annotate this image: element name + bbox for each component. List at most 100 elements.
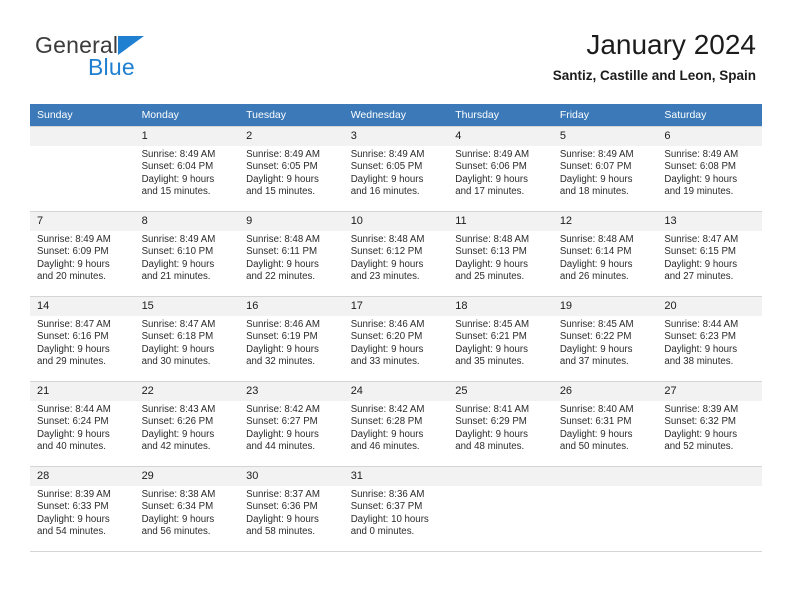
calendar-cell[interactable]: 27 Sunrise: 8:39 AM Sunset: 6:32 PM Dayligh… — [657, 381, 762, 467]
calendar-cell[interactable]: 14 Sunrise: 8:47 AM Sunset: 6:16 PM Dayligh… — [30, 296, 135, 382]
day-details: Sunrise: 8:44 AM Sunset: 6:23 PM Daylight:… — [657, 316, 762, 369]
day-details: Sunrise: 8:48 AM Sunset: 6:13 PM Daylight:… — [448, 231, 553, 284]
calendar-cell[interactable]: 10 Sunrise: 8:48 AM Sunset: 6:12 PM Dayligh… — [343, 211, 449, 297]
sunset-time: Sunset: 6:11 PM — [246, 246, 318, 258]
calendar-cell[interactable]: 5 Sunrise: 8:49 AM Sunset: 6:07 PM Daylight… — [552, 126, 658, 212]
sunrise-time: Sunrise: 8:39 AM — [664, 404, 739, 415]
day-number: 7 — [30, 212, 135, 231]
day-details: Sunrise: 8:38 AM Sunset: 6:34 PM Daylight:… — [135, 486, 240, 539]
calendar-week-row: 1 Sunrise: 8:49 AM Sunset: 6:04 PM Daylight… — [30, 126, 762, 212]
calendar-cell[interactable]: 16 Sunrise: 8:46 AM Sunset: 6:19 PM Dayligh… — [239, 296, 344, 382]
day-number: 8 — [134, 212, 240, 231]
sunset-time: Sunset: 6:22 PM — [559, 331, 632, 343]
daylight-duration-line1: Daylight: 9 hours — [350, 428, 424, 440]
daylight-duration-line1: Daylight: 9 hours — [455, 428, 528, 440]
calendar-cell[interactable]: 25 Sunrise: 8:41 AM Sunset: 6:29 PM Dayligh… — [448, 381, 553, 467]
calendar-day-cell: 3 Sunrise: 8:49 AM Sunset: 6:05 PM Daylight… — [343, 127, 449, 211]
sunrise-time: Sunrise: 8:48 AM — [246, 234, 320, 245]
sunrise-time: Sunrise: 8:42 AM — [350, 404, 425, 415]
day-details: Sunrise: 8:49 AM Sunset: 6:06 PM Daylight:… — [448, 146, 553, 199]
sunset-time: Sunset: 6:05 PM — [350, 161, 423, 173]
day-number: 10 — [343, 212, 449, 231]
calendar-day-cell: 18 Sunrise: 8:45 AM Sunset: 6:21 PM Dayligh… — [448, 297, 553, 381]
calendar-cell[interactable]: 30 Sunrise: 8:37 AM Sunset: 6:36 PM Dayligh… — [239, 466, 344, 552]
sunrise-time: Sunrise: 8:48 AM — [350, 234, 425, 245]
calendar-day-cell: 14 Sunrise: 8:47 AM Sunset: 6:16 PM Dayligh… — [30, 297, 135, 381]
general-blue-logo[interactable]: General Blue — [35, 32, 215, 84]
calendar-cell[interactable]: 7 Sunrise: 8:49 AM Sunset: 6:09 PM Daylight… — [30, 211, 135, 297]
calendar-cell[interactable]: 20 Sunrise: 8:44 AM Sunset: 6:23 PM Dayligh… — [657, 296, 762, 382]
daylight-duration-line2: and 26 minutes. — [559, 271, 629, 283]
page-title: January 2024 — [586, 29, 756, 60]
daylight-duration-line1: Daylight: 9 hours — [37, 513, 110, 525]
calendar-cell[interactable]: 17 Sunrise: 8:46 AM Sunset: 6:20 PM Dayligh… — [343, 296, 449, 382]
calendar-cell-empty — [30, 127, 135, 211]
calendar-cell[interactable]: 18 Sunrise: 8:45 AM Sunset: 6:21 PM Dayligh… — [448, 296, 553, 382]
calendar-cell[interactable]: 8 Sunrise: 8:49 AM Sunset: 6:10 PM Daylight… — [134, 211, 240, 297]
day-details: Sunrise: 8:48 AM Sunset: 6:11 PM Daylight:… — [239, 231, 344, 284]
calendar-day-cell: 16 Sunrise: 8:46 AM Sunset: 6:19 PM Dayligh… — [239, 297, 344, 381]
daylight-duration-line2: and 22 minutes. — [246, 271, 316, 283]
calendar-cell-empty — [552, 467, 658, 551]
calendar-cell[interactable]: 19 Sunrise: 8:45 AM Sunset: 6:22 PM Dayligh… — [552, 296, 658, 382]
calendar-cell[interactable]: 26 Sunrise: 8:40 AM Sunset: 6:31 PM Dayligh… — [552, 381, 658, 467]
calendar-day-cell: 27 Sunrise: 8:39 AM Sunset: 6:32 PM Dayligh… — [657, 382, 762, 466]
calendar-cell — [30, 126, 135, 212]
daylight-duration-line2: and 54 minutes. — [37, 526, 106, 538]
calendar-cell[interactable]: 24 Sunrise: 8:42 AM Sunset: 6:28 PM Dayligh… — [343, 381, 449, 467]
sunset-time: Sunset: 6:23 PM — [664, 331, 736, 343]
calendar-cell[interactable]: 12 Sunrise: 8:48 AM Sunset: 6:14 PM Dayligh… — [552, 211, 658, 297]
calendar-day-cell: 28 Sunrise: 8:39 AM Sunset: 6:33 PM Dayligh… — [30, 467, 135, 551]
sunrise-time: Sunrise: 8:48 AM — [559, 234, 634, 245]
calendar-cell[interactable]: 1 Sunrise: 8:49 AM Sunset: 6:04 PM Daylight… — [134, 126, 240, 212]
day-details: Sunrise: 8:49 AM Sunset: 6:08 PM Daylight:… — [657, 146, 762, 199]
day-number: 20 — [657, 297, 762, 316]
sunset-time: Sunset: 6:12 PM — [350, 246, 423, 258]
day-number: 24 — [343, 382, 449, 401]
daylight-duration-line1: Daylight: 9 hours — [455, 173, 528, 185]
daylight-duration-line1: Daylight: 9 hours — [350, 258, 424, 270]
calendar-cell[interactable]: 2 Sunrise: 8:49 AM Sunset: 6:05 PM Daylight… — [239, 126, 344, 212]
sunset-time: Sunset: 6:36 PM — [246, 501, 318, 513]
daylight-duration-line1: Daylight: 9 hours — [664, 428, 738, 440]
daylight-duration-line1: Daylight: 9 hours — [141, 173, 215, 185]
daylight-duration-line2: and 52 minutes. — [664, 441, 734, 453]
day-number: 14 — [30, 297, 135, 316]
day-details: Sunrise: 8:43 AM Sunset: 6:26 PM Daylight:… — [135, 401, 240, 454]
calendar-cell[interactable]: 23 Sunrise: 8:42 AM Sunset: 6:27 PM Dayligh… — [239, 381, 344, 467]
day-number: 12 — [552, 212, 658, 231]
calendar-day-cell: 15 Sunrise: 8:47 AM Sunset: 6:18 PM Dayligh… — [134, 297, 240, 381]
calendar-cell[interactable]: 28 Sunrise: 8:39 AM Sunset: 6:33 PM Dayligh… — [30, 466, 135, 552]
daylight-duration-line1: Daylight: 9 hours — [141, 343, 215, 355]
sunrise-time: Sunrise: 8:49 AM — [664, 149, 739, 160]
calendar-cell[interactable]: 29 Sunrise: 8:38 AM Sunset: 6:34 PM Dayligh… — [134, 466, 240, 552]
sunrise-time: Sunrise: 8:49 AM — [559, 149, 634, 160]
day-number: 6 — [657, 127, 762, 146]
daylight-duration-line1: Daylight: 9 hours — [559, 343, 633, 355]
sunrise-time: Sunrise: 8:46 AM — [350, 319, 425, 330]
day-details: Sunrise: 8:47 AM Sunset: 6:15 PM Daylight:… — [657, 231, 762, 284]
daylight-duration-line2: and 21 minutes. — [141, 271, 211, 283]
calendar-cell[interactable]: 9 Sunrise: 8:48 AM Sunset: 6:11 PM Daylight… — [239, 211, 344, 297]
calendar-cell[interactable]: 13 Sunrise: 8:47 AM Sunset: 6:15 PM Dayligh… — [657, 211, 762, 297]
sunrise-time: Sunrise: 8:37 AM — [246, 489, 320, 500]
calendar-week-row: 21 Sunrise: 8:44 AM Sunset: 6:24 PM Dayligh… — [30, 381, 762, 467]
day-details: Sunrise: 8:48 AM Sunset: 6:14 PM Daylight:… — [553, 231, 658, 284]
calendar-cell[interactable]: 11 Sunrise: 8:48 AM Sunset: 6:13 PM Dayligh… — [448, 211, 553, 297]
daylight-duration-line2: and 23 minutes. — [350, 271, 420, 283]
calendar-cell[interactable]: 31 Sunrise: 8:36 AM Sunset: 6:37 PM Dayligh… — [343, 466, 449, 552]
calendar-cell[interactable]: 21 Sunrise: 8:44 AM Sunset: 6:24 PM Dayligh… — [30, 381, 135, 467]
weekday-header-tuesday: Tuesday — [239, 104, 344, 127]
calendar-day-cell: 17 Sunrise: 8:46 AM Sunset: 6:20 PM Dayligh… — [343, 297, 449, 381]
calendar-day-cell: 26 Sunrise: 8:40 AM Sunset: 6:31 PM Dayligh… — [552, 382, 658, 466]
calendar-cell[interactable]: 15 Sunrise: 8:47 AM Sunset: 6:18 PM Dayligh… — [134, 296, 240, 382]
calendar-cell[interactable]: 22 Sunrise: 8:43 AM Sunset: 6:26 PM Dayligh… — [134, 381, 240, 467]
calendar-cell[interactable]: 3 Sunrise: 8:49 AM Sunset: 6:05 PM Daylight… — [343, 126, 449, 212]
calendar-cell[interactable]: 4 Sunrise: 8:49 AM Sunset: 6:06 PM Daylight… — [448, 126, 553, 212]
weekday-header-sunday: Sunday — [30, 104, 135, 127]
calendar-day-cell: 21 Sunrise: 8:44 AM Sunset: 6:24 PM Dayligh… — [30, 382, 135, 466]
sunrise-time: Sunrise: 8:39 AM — [37, 489, 111, 500]
calendar-cell[interactable]: 6 Sunrise: 8:49 AM Sunset: 6:08 PM Daylight… — [657, 126, 762, 212]
day-number: 1 — [134, 127, 240, 146]
day-details: Sunrise: 8:46 AM Sunset: 6:19 PM Daylight:… — [239, 316, 344, 369]
